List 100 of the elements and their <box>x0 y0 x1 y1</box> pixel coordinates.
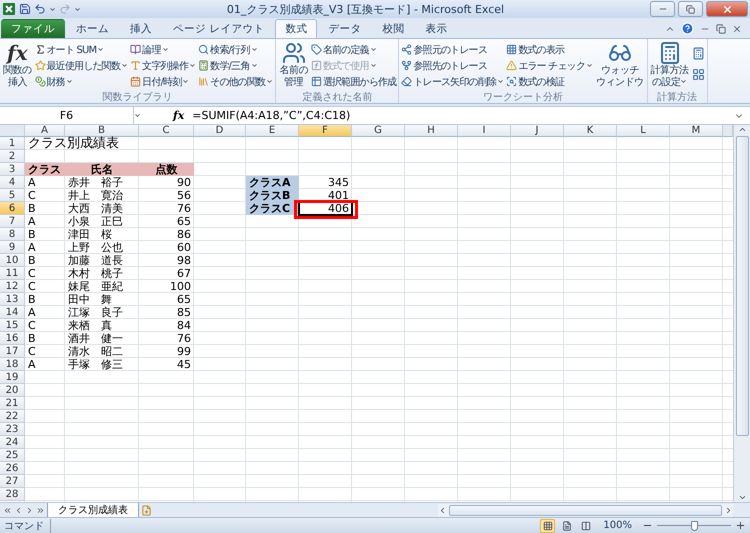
row-header[interactable]: 9 <box>0 241 25 254</box>
row-header[interactable]: 3 <box>0 163 25 176</box>
row-header[interactable]: 8 <box>0 228 25 241</box>
row-header[interactable]: 1 <box>0 137 25 150</box>
ribbon-tab[interactable]: 校閲 <box>372 19 414 38</box>
scroll-thumb[interactable] <box>736 136 748 436</box>
row-header[interactable]: 24 <box>0 436 25 449</box>
row-header[interactable]: 13 <box>0 293 25 306</box>
zoom-in-icon[interactable] <box>735 520 746 531</box>
row-header[interactable]: 11 <box>0 267 25 280</box>
row-header[interactable]: 12 <box>0 280 25 293</box>
ribbon-button[interactable]: 参照元のトレース <box>401 42 504 57</box>
column-header[interactable]: K <box>564 125 617 137</box>
ribbon-button[interactable]: 最近使用した関数 <box>34 58 128 73</box>
scroll-up-icon[interactable] <box>738 125 746 134</box>
row-header[interactable]: 26 <box>0 462 25 475</box>
row-header[interactable]: 22 <box>0 410 25 423</box>
previous-sheet-icon[interactable] <box>14 506 23 514</box>
row-header[interactable]: 21 <box>0 397 25 410</box>
ribbon-button[interactable]: 論理 <box>130 42 196 57</box>
close-button[interactable] <box>706 1 748 17</box>
ribbon-button[interactable]: 計算方法 の設定 <box>650 41 690 90</box>
column-header[interactable]: L <box>617 125 670 137</box>
column-header[interactable]: H <box>405 125 458 137</box>
column-header[interactable]: G <box>352 125 405 137</box>
row-header[interactable]: 17 <box>0 345 25 358</box>
row-header[interactable]: 4 <box>0 176 25 189</box>
ribbon-button[interactable]: 日付/時刻 <box>130 74 196 89</box>
ribbon-tab[interactable]: 表示 <box>415 19 458 38</box>
formula-field[interactable]: =SUMIF(A4:A18,”C”,C4:C18) <box>192 109 734 122</box>
row-header[interactable]: 7 <box>0 215 25 228</box>
column-header[interactable]: D <box>194 125 246 137</box>
vertical-scrollbar[interactable] <box>733 125 750 502</box>
scroll-left-icon[interactable] <box>438 506 447 514</box>
grid-icon <box>692 68 705 81</box>
table-cell-text: 江塚 良子 <box>67 306 124 319</box>
ribbon-button[interactable]: エラー チェック <box>506 58 594 73</box>
column-header[interactable]: C <box>139 125 194 137</box>
insert-function-button[interactable]: fx <box>173 109 184 122</box>
column-header[interactable]: B <box>65 125 139 137</box>
close-icon[interactable] <box>732 24 742 34</box>
row-header[interactable]: 28 <box>0 488 25 501</box>
ribbon-button[interactable]: 数式の表示 <box>506 42 594 57</box>
ribbon-tab[interactable]: データ <box>318 19 372 38</box>
zoom-level[interactable]: 100% <box>603 520 632 531</box>
ribbon-button[interactable]: その他の関数 <box>198 74 274 89</box>
ribbon-button[interactable]: 検索/行列 <box>198 42 274 57</box>
ribbon-button[interactable]: 名前の 管理 <box>278 41 309 90</box>
row-header[interactable]: 16 <box>0 332 25 345</box>
horizontal-scrollbar[interactable] <box>438 504 733 516</box>
column-header[interactable]: M <box>670 125 723 137</box>
row-header[interactable]: 27 <box>0 475 25 488</box>
row-header[interactable]: 20 <box>0 384 25 397</box>
scroll-down-icon[interactable] <box>738 493 746 502</box>
ribbon-button[interactable]: 選択範囲から作成 <box>310 74 396 89</box>
ribbon-tab[interactable]: 挿入 <box>120 19 162 38</box>
restore-button[interactable] <box>678 1 703 17</box>
last-sheet-icon[interactable] <box>36 506 45 514</box>
ribbon-button[interactable]: fx 関数の 挿入 <box>2 41 32 90</box>
column-header[interactable]: A <box>25 125 65 137</box>
ribbon-button[interactable]: 財務 <box>34 74 128 89</box>
scroll-right-icon[interactable] <box>724 506 733 514</box>
ribbon-button[interactable]: ウォッチ ウィンドウ <box>595 41 645 90</box>
row-header[interactable]: 5 <box>0 189 25 202</box>
row-header[interactable]: 25 <box>0 449 25 462</box>
next-sheet-icon[interactable] <box>25 506 34 514</box>
restore-icon[interactable] <box>716 24 726 34</box>
view-button[interactable] <box>540 518 556 532</box>
scroll-thumb[interactable] <box>449 504 722 516</box>
ribbon-button[interactable]: 文字列操作 <box>130 58 196 73</box>
column-header[interactable]: E <box>246 125 299 137</box>
ribbon-button[interactable]: 参照先のトレース <box>401 58 504 73</box>
row-header[interactable]: 14 <box>0 306 25 319</box>
row-header[interactable]: 2 <box>0 150 25 163</box>
sheet-tab[interactable]: クラス別成績表 <box>47 502 139 518</box>
save-icon[interactable] <box>19 3 31 15</box>
row-header[interactable]: 6 <box>0 202 25 215</box>
help-icon[interactable] <box>681 22 694 35</box>
column-header[interactable]: J <box>511 125 564 137</box>
ribbon-button[interactable]: オート SUM <box>34 42 128 57</box>
row-header[interactable]: 23 <box>0 423 25 436</box>
column-header[interactable]: F <box>299 125 352 137</box>
ribbon-button[interactable]: 数学/三角 <box>198 58 274 73</box>
first-sheet-icon[interactable] <box>3 506 12 514</box>
undo-icon[interactable] <box>34 3 46 15</box>
row-header[interactable]: 18 <box>0 358 25 371</box>
slider-thumb[interactable] <box>691 520 698 530</box>
ribbon-button[interactable]: 数式の検証 <box>506 74 594 89</box>
row-header[interactable]: 15 <box>0 319 25 332</box>
name-box[interactable]: F6 <box>0 107 134 124</box>
ribbon-tab[interactable]: ページ レイアウト <box>163 19 274 38</box>
ribbon-tab[interactable]: ホーム <box>66 19 119 38</box>
row-header[interactable]: 10 <box>0 254 25 267</box>
ribbon-button[interactable]: トレース矢印の削除 <box>401 74 504 89</box>
column-header[interactable]: I <box>458 125 511 137</box>
ribbon-tab[interactable]: ファイル <box>1 19 65 38</box>
row-header[interactable]: 19 <box>0 371 25 384</box>
ribbon-button[interactable]: 名前の定義 <box>310 42 396 57</box>
ribbon-tab[interactable]: 数式 <box>275 19 318 38</box>
table-cell: クラスC <box>246 202 299 215</box>
